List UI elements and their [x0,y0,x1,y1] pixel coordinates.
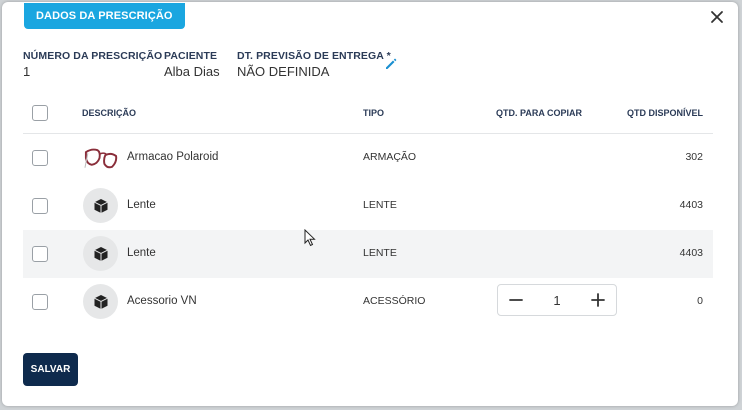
items-table: DESCRIÇÃO TIPO QTD. PARA COPIAR QTD DISP… [23,93,713,326]
item-name: Acessorio VN [127,295,197,307]
mouse-cursor-icon [304,229,316,247]
delivery-date-value: NÃO DEFINIDA [237,64,330,79]
patient-label: PACIENTE [164,50,218,62]
row-checkbox[interactable] [32,246,48,262]
item-type: ACESSÓRIO [363,295,426,307]
item-name: Armacao Polaroid [127,151,219,163]
prescription-number-value: 1 [23,64,31,79]
item-name: Lente [127,247,156,259]
tab-dados-prescricao[interactable]: DADOS DA PRESCRIÇÃO [24,3,185,29]
save-button[interactable]: SALVAR [23,353,78,386]
close-icon[interactable] [708,8,726,26]
delivery-date-label: DT. PREVISÃO DE ENTREGA * [237,50,391,62]
row-checkbox[interactable] [32,294,48,310]
item-available-qty: 302 [685,151,703,163]
patient-value: Alba Dias [164,64,220,79]
item-available-qty: 4403 [679,247,703,259]
row-checkbox[interactable] [32,198,48,214]
quantity-stepper: 1 [497,284,617,316]
item-type: ARMAÇÃO [363,151,417,163]
header-available-qty: QTD DISPONÍVEL [626,108,703,118]
glasses-frame-image [83,140,118,175]
header-description: DESCRIÇÃO [82,108,137,118]
box-icon [83,188,118,223]
row-checkbox[interactable] [32,150,48,166]
header-type: TIPO [363,108,385,118]
table-header: DESCRIÇÃO TIPO QTD. PARA COPIAR QTD DISP… [23,93,713,134]
table-row: Lente LENTE 4403 [23,182,713,230]
item-name: Lente [127,199,156,211]
prescription-number-label: NÚMERO DA PRESCRIÇÃO [23,50,163,62]
table-row: Acessorio VN ACESSÓRIO 1 0 [23,278,713,326]
pencil-icon[interactable] [384,57,398,71]
box-icon [83,284,118,319]
item-type: LENTE [363,247,397,259]
table-row: Armacao Polaroid ARMAÇÃO 302 [23,134,713,182]
plus-icon[interactable] [590,292,606,308]
prescription-dialog: DADOS DA PRESCRIÇÃO NÚMERO DA PRESCRIÇÃO… [2,2,738,406]
item-available-qty: 4403 [679,199,703,211]
select-all-checkbox[interactable] [32,105,48,121]
header-copy-qty: QTD. PARA COPIAR [496,108,583,118]
item-available-qty: 0 [697,295,703,307]
table-row: Lente LENTE 4403 [23,230,713,278]
box-icon [83,236,118,271]
item-type: LENTE [363,199,397,211]
